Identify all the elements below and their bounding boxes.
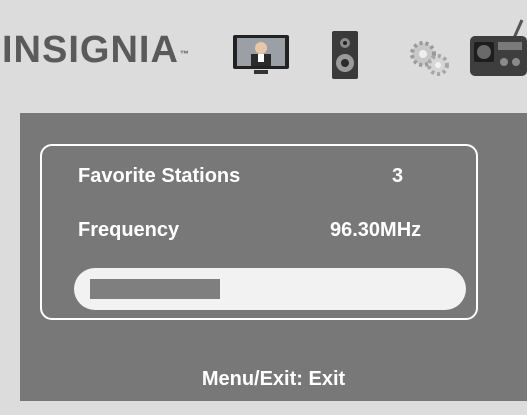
radio-icon[interactable] xyxy=(462,18,527,80)
brand-name: INSIGNIA xyxy=(2,29,179,71)
speaker-icon[interactable] xyxy=(331,30,359,80)
signal-bar xyxy=(74,268,466,310)
frequency-label: Frequency xyxy=(78,219,180,241)
tv-icon[interactable] xyxy=(232,34,290,76)
trademark-mark: ™ xyxy=(179,49,190,59)
favorite-stations-value: 3 xyxy=(392,165,404,187)
favorite-stations-label: Favorite Stations xyxy=(78,165,241,187)
brand-logo: INSIGNIA™ xyxy=(2,30,190,70)
signal-bar-fill xyxy=(90,279,220,299)
gear-icon[interactable] xyxy=(405,38,451,78)
menu-header: INSIGNIA™ xyxy=(0,0,527,100)
menu-exit-hint: Menu/Exit: Exit xyxy=(201,368,346,390)
frequency-value: 96.30MHz xyxy=(330,219,422,241)
